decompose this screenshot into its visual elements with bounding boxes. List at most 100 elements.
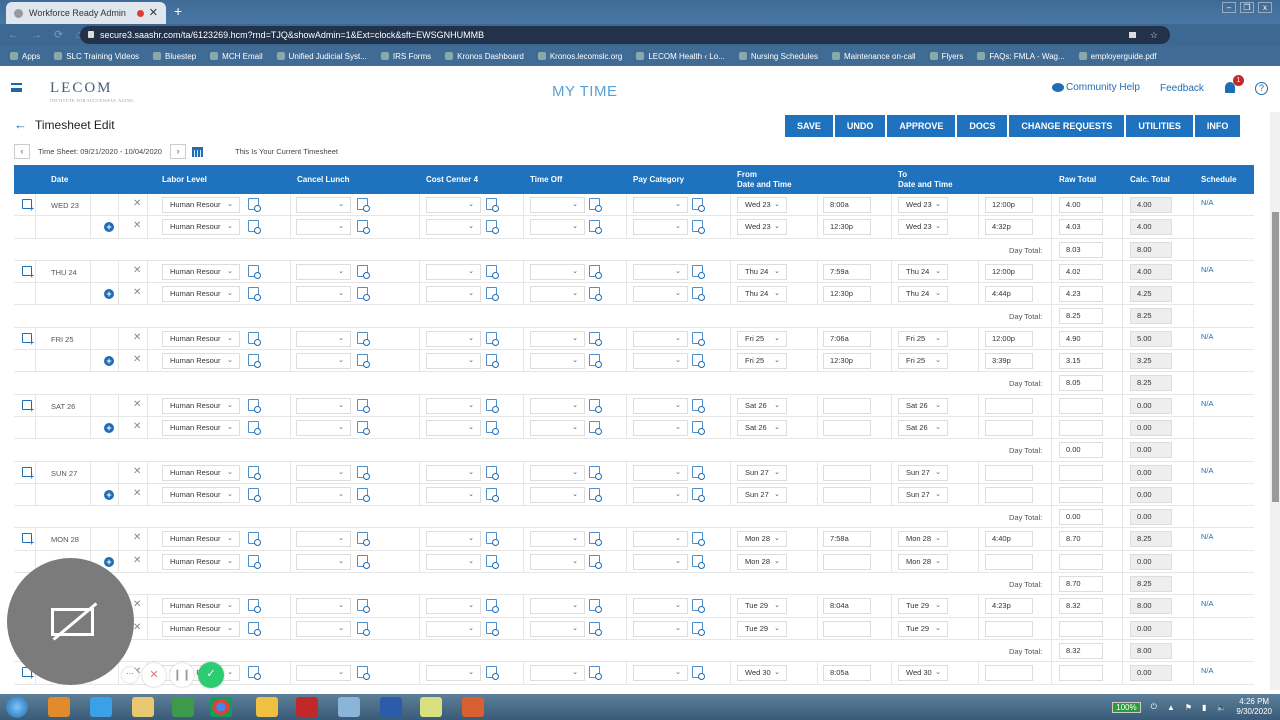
feedback-link[interactable]: Feedback	[1160, 83, 1204, 94]
col-labor-level[interactable]: Labor Level	[162, 175, 207, 184]
network-icon[interactable]: ▮	[1202, 703, 1206, 712]
powerpoint-icon[interactable]	[462, 697, 484, 717]
to-time-input[interactable]: 12:00p	[985, 263, 1033, 280]
pay-category-lookup-icon[interactable]	[692, 264, 705, 279]
to-date-select[interactable]: Wed 23 ⌄	[898, 219, 948, 236]
time-off-select[interactable]: ⌄	[530, 598, 585, 615]
from-time-input[interactable]: 7:59a	[823, 263, 871, 280]
to-time-input[interactable]	[985, 553, 1033, 570]
to-date-select[interactable]: Tue 29 ⌄	[898, 598, 948, 615]
schedule-link[interactable]: N/A	[1201, 666, 1214, 675]
schedule-link[interactable]: N/A	[1201, 198, 1214, 207]
bookmark-item[interactable]: LECOM Health ‹ Lo...	[636, 52, 725, 61]
from-time-input[interactable]: 12:30p	[823, 353, 871, 370]
cancel-lunch-select[interactable]: ⌄	[296, 219, 351, 236]
cost-center-select[interactable]: ⌄	[426, 197, 481, 213]
to-date-select[interactable]: Fri 25 ⌄	[898, 330, 948, 347]
cost-center-select[interactable]: ⌄	[426, 353, 481, 370]
internet-explorer-icon[interactable]	[90, 697, 112, 717]
labor-level-select[interactable]: Human Resour ⌄	[162, 263, 240, 280]
time-off-select[interactable]: ⌄	[530, 263, 585, 280]
pay-category-lookup-icon[interactable]	[692, 220, 705, 235]
more-icon[interactable]: ···	[122, 667, 138, 683]
raw-total-field[interactable]	[1059, 464, 1103, 481]
cancel-lunch-select[interactable]: ⌄	[296, 330, 351, 347]
from-time-input[interactable]	[823, 397, 871, 414]
delete-entry-icon[interactable]: ✕	[133, 399, 141, 410]
cancel-lunch-select[interactable]: ⌄	[296, 397, 351, 414]
cancel-lunch-lookup-icon[interactable]	[357, 532, 370, 547]
cancel-lunch-select[interactable]: ⌄	[296, 598, 351, 615]
cost-center-select[interactable]: ⌄	[426, 419, 481, 436]
pay-category-select[interactable]: ⌄	[633, 286, 688, 303]
acrobat-icon[interactable]	[296, 697, 318, 717]
copy-day-icon[interactable]	[22, 332, 34, 347]
delete-entry-icon[interactable]: ✕	[133, 220, 141, 231]
delete-entry-icon[interactable]: ✕	[133, 287, 141, 298]
from-date-select[interactable]: Sat 26 ⌄	[737, 419, 787, 436]
to-time-input[interactable]: 4:40p	[985, 531, 1033, 548]
url-field[interactable]: secure3.saashr.com/ta/6123269.hcm?rnd=TJ…	[80, 26, 1170, 44]
labor-level-select[interactable]: Human Resour ⌄	[162, 464, 240, 481]
camera-icon[interactable]	[1129, 32, 1136, 38]
time-off-lookup-icon[interactable]	[589, 264, 602, 279]
time-off-select[interactable]: ⌄	[530, 219, 585, 236]
cancel-lunch-select[interactable]: ⌄	[296, 464, 351, 481]
cost-center-select[interactable]: ⌄	[426, 598, 481, 615]
start-button[interactable]	[6, 696, 28, 718]
utilities-button[interactable]: UTILITIES	[1126, 115, 1193, 137]
labor-level-lookup-icon[interactable]	[248, 621, 261, 636]
cancel-lunch-lookup-icon[interactable]	[357, 465, 370, 480]
cost-center-lookup-icon[interactable]	[486, 198, 499, 212]
cancel-lunch-select[interactable]: ⌄	[296, 665, 351, 682]
pay-category-lookup-icon[interactable]	[692, 398, 705, 413]
day-raw-total[interactable]: 0.00	[1059, 509, 1103, 526]
flag-icon[interactable]: ⚑	[1185, 703, 1192, 712]
cancel-lunch-lookup-icon[interactable]	[357, 554, 370, 569]
to-date-select[interactable]: Sat 26 ⌄	[898, 397, 948, 414]
cost-center-lookup-icon[interactable]	[486, 420, 499, 435]
labor-level-lookup-icon[interactable]	[248, 420, 261, 435]
labor-level-lookup-icon[interactable]	[248, 532, 261, 547]
volume-icon[interactable]: 🔈	[1216, 703, 1226, 712]
delete-entry-icon[interactable]: ✕	[133, 532, 141, 543]
cancel-lunch-select[interactable]: ⌄	[296, 553, 351, 570]
time-off-lookup-icon[interactable]	[589, 666, 602, 681]
cost-center-lookup-icon[interactable]	[486, 331, 499, 346]
from-time-input[interactable]: 8:05a	[823, 665, 871, 682]
from-date-select[interactable]: Tue 29 ⌄	[737, 620, 787, 637]
raw-total-field[interactable]	[1059, 620, 1103, 637]
bookmark-item[interactable]: Kronos Dashboard	[445, 52, 524, 61]
excel-icon[interactable]	[172, 697, 194, 717]
time-off-lookup-icon[interactable]	[589, 487, 602, 502]
to-time-input[interactable]: 3:39p	[985, 353, 1033, 370]
cost-center-select[interactable]: ⌄	[426, 286, 481, 303]
bookmark-item[interactable]: Apps	[10, 52, 40, 61]
raw-total-field[interactable]: 4.00	[1059, 197, 1103, 213]
raw-total-field[interactable]: 4.23	[1059, 286, 1103, 303]
col-date[interactable]: Date	[51, 175, 68, 184]
cost-center-select[interactable]: ⌄	[426, 330, 481, 347]
raw-total-field[interactable]	[1059, 665, 1103, 682]
from-date-select[interactable]: Wed 30 ⌄	[737, 665, 787, 682]
time-off-lookup-icon[interactable]	[589, 420, 602, 435]
labor-level-lookup-icon[interactable]	[248, 554, 261, 569]
cancel-lunch-lookup-icon[interactable]	[357, 354, 370, 369]
cancel-lunch-select[interactable]: ⌄	[296, 263, 351, 280]
cancel-lunch-lookup-icon[interactable]	[357, 198, 370, 212]
logo[interactable]: LECOM INSTITUTE FOR SUCCESSFUL AGING	[50, 80, 134, 103]
time-off-select[interactable]: ⌄	[530, 553, 585, 570]
chrome-icon[interactable]	[210, 697, 232, 717]
from-time-input[interactable]	[823, 419, 871, 436]
save-button[interactable]: SAVE	[785, 115, 833, 137]
labor-level-select[interactable]: Human Resour ⌄	[162, 197, 240, 213]
schedule-link[interactable]: N/A	[1201, 466, 1214, 475]
cost-center-select[interactable]: ⌄	[426, 464, 481, 481]
time-off-lookup-icon[interactable]	[589, 532, 602, 547]
time-off-select[interactable]: ⌄	[530, 330, 585, 347]
pay-category-select[interactable]: ⌄	[633, 464, 688, 481]
pay-category-lookup-icon[interactable]	[692, 465, 705, 480]
from-date-select[interactable]: Mon 28 ⌄	[737, 553, 787, 570]
cost-center-lookup-icon[interactable]	[486, 554, 499, 569]
cancel-lunch-lookup-icon[interactable]	[357, 331, 370, 346]
